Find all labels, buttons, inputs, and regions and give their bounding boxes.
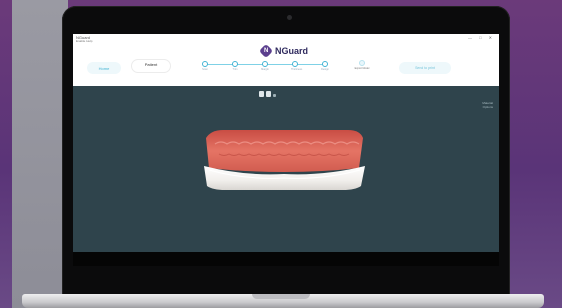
- step-export[interactable]: Export Model: [351, 60, 373, 74]
- gum-model: [206, 130, 363, 172]
- laptop-screen: NGuard Enable Help — □ ✕ N NGuard Home P…: [73, 34, 499, 266]
- window-titlebar: NGuard Enable Help — □ ✕: [73, 34, 499, 43]
- step-label: Thickness: [291, 68, 303, 71]
- window-controls: — □ ✕: [468, 35, 495, 40]
- step-label: Design: [321, 68, 329, 71]
- app-logo: N NGuard: [258, 43, 309, 59]
- maximize-icon[interactable]: □: [479, 35, 484, 40]
- close-icon[interactable]: ✕: [489, 35, 495, 40]
- step-dot-icon: [322, 61, 328, 67]
- export-label: Export Model: [354, 67, 370, 70]
- patient-button-label: Patient: [144, 62, 158, 67]
- dental-model-render[interactable]: [73, 86, 499, 252]
- laptop-notch: [252, 294, 310, 299]
- export-icon: [359, 60, 365, 66]
- webcam: [287, 15, 292, 20]
- minimize-icon[interactable]: —: [468, 35, 475, 40]
- background-side-panel: [12, 0, 68, 308]
- send-to-print-button[interactable]: Send to print: [399, 62, 451, 74]
- menu-item-enable[interactable]: Enable: [76, 39, 85, 43]
- step-label: Scan: [202, 68, 208, 71]
- step-dot-icon: [292, 61, 298, 67]
- workflow-stepper: Scan Trim Margin Thickness Design: [201, 61, 331, 75]
- step-dot-icon: [262, 61, 268, 67]
- step-dot-icon: [202, 61, 208, 67]
- logo-mark-icon: N: [258, 43, 274, 59]
- step-design[interactable]: Design: [321, 61, 329, 75]
- home-button[interactable]: Home: [87, 62, 121, 74]
- menu-item-help[interactable]: Help: [86, 39, 92, 43]
- window-menu: Enable Help: [76, 39, 92, 43]
- step-trim[interactable]: Trim: [231, 61, 239, 75]
- step-label: Margin: [261, 68, 269, 71]
- step-scan[interactable]: Scan: [201, 61, 209, 75]
- patient-button[interactable]: Patient: [131, 59, 171, 73]
- screen-bottom-strip: [73, 252, 499, 266]
- step-label: Trim: [232, 68, 238, 71]
- step-thickness[interactable]: Thickness: [291, 61, 303, 75]
- step-margin[interactable]: Margin: [261, 61, 269, 75]
- logo-text: NGuard: [275, 46, 309, 56]
- step-dot-icon: [232, 61, 238, 67]
- 3d-viewport[interactable]: Material Options: [73, 86, 499, 252]
